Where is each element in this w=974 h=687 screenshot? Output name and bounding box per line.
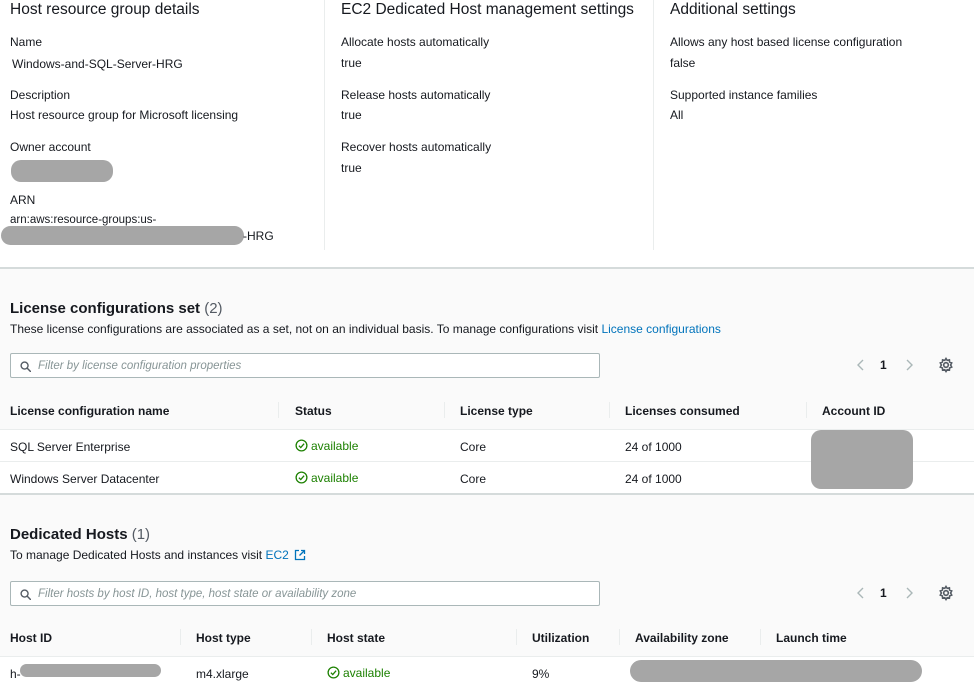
column-header-utilization[interactable]: Utilization bbox=[532, 631, 589, 645]
license-section-title: License configurations set (2) bbox=[10, 300, 223, 318]
license-config-label: Allows any host based license configurat… bbox=[670, 35, 903, 49]
chevron-left-icon[interactable] bbox=[854, 358, 868, 372]
license-section-title-text: License configurations set bbox=[10, 300, 201, 317]
column-header-host-id[interactable]: Host ID bbox=[10, 631, 52, 645]
license-configurations-section: License configurations set (2) These lic… bbox=[0, 269, 974, 493]
name-value: Windows-and-SQL-Server-HRG bbox=[12, 57, 183, 71]
status-text: available bbox=[311, 471, 359, 485]
column-separator bbox=[760, 629, 761, 645]
license-pagination: 1 bbox=[854, 353, 974, 378]
arn-label: ARN bbox=[10, 193, 36, 207]
utilization-cell: 9% bbox=[532, 667, 550, 681]
instance-families-value: All bbox=[670, 108, 684, 122]
column-header-availability-zone[interactable]: Availability zone bbox=[635, 631, 729, 645]
allocate-hosts-value: true bbox=[341, 56, 362, 70]
status-text: available bbox=[311, 439, 359, 453]
ec2-link[interactable]: EC2 bbox=[265, 548, 306, 562]
status-badge: available bbox=[295, 439, 358, 453]
check-circle-icon bbox=[327, 666, 340, 679]
release-hosts-label: Release hosts automatically bbox=[341, 88, 491, 102]
licenses-consumed-cell: 24 of 1000 bbox=[625, 440, 682, 454]
column-header-license-type[interactable]: License type bbox=[460, 404, 533, 418]
license-name-link[interactable]: Windows Server Datacenter bbox=[10, 472, 159, 486]
search-icon bbox=[20, 589, 31, 600]
host-resource-group-details-panel: Host resource group details Name Windows… bbox=[0, 0, 974, 268]
additional-settings-title: Additional settings bbox=[670, 1, 796, 18]
column-separator bbox=[619, 629, 620, 645]
column-separator bbox=[311, 629, 312, 645]
hosts-section-description: To manage Dedicated Hosts and instances … bbox=[10, 548, 306, 562]
details-title: Host resource group details bbox=[10, 1, 200, 18]
availability-zone-launch-time-redacted bbox=[630, 660, 922, 682]
recover-hosts-label: Recover hosts automatically bbox=[341, 140, 492, 154]
column-header-license-name[interactable]: License configuration name bbox=[10, 404, 169, 418]
hosts-section-description-text: To manage Dedicated Hosts and instances … bbox=[10, 548, 263, 562]
ec2-link-text[interactable]: EC2 bbox=[265, 548, 288, 562]
arn-value-line1: arn:aws:resource-groups:us- bbox=[10, 214, 157, 226]
license-type-cell: Core bbox=[460, 472, 487, 486]
hosts-page-number[interactable]: 1 bbox=[880, 586, 887, 600]
hosts-filter-input[interactable] bbox=[38, 585, 593, 602]
host-state-badge: available bbox=[327, 666, 390, 680]
owner-account-redacted bbox=[11, 160, 113, 182]
column-divider bbox=[653, 0, 654, 250]
host-id-redacted bbox=[20, 664, 161, 677]
description-value: Host resource group for Microsoft licens… bbox=[10, 108, 239, 122]
column-header-status[interactable]: Status bbox=[295, 404, 332, 418]
allocate-hosts-label: Allocate hosts automatically bbox=[341, 35, 490, 49]
license-section-description: These license configurations are associa… bbox=[10, 322, 721, 336]
settings-gear-icon[interactable] bbox=[938, 585, 954, 601]
account-id-redacted bbox=[811, 430, 913, 489]
description-label: Description bbox=[10, 88, 71, 102]
host-type-cell: m4.xlarge bbox=[196, 667, 249, 681]
column-separator bbox=[806, 402, 807, 418]
dedicated-hosts-section: Dedicated Hosts (1) To manage Dedicated … bbox=[0, 495, 974, 687]
host-state-text: available bbox=[343, 666, 391, 680]
license-section-count: (2) bbox=[204, 300, 223, 317]
arn-value-suffix: -HRG bbox=[243, 229, 274, 243]
license-name-link[interactable]: SQL Server Enterprise bbox=[10, 440, 130, 454]
column-header-host-state[interactable]: Host state bbox=[327, 631, 385, 645]
name-label: Name bbox=[10, 35, 43, 49]
hosts-section-count: (1) bbox=[131, 526, 151, 543]
licenses-consumed-cell: 24 of 1000 bbox=[625, 472, 682, 486]
license-configurations-link[interactable]: License configurations bbox=[601, 322, 720, 336]
ec2-settings-title: EC2 Dedicated Host management settings bbox=[341, 1, 634, 18]
search-icon bbox=[20, 361, 31, 372]
hosts-section-title: Dedicated Hosts (1) bbox=[10, 526, 150, 544]
license-filter-input[interactable] bbox=[38, 357, 593, 374]
license-type-cell: Core bbox=[460, 440, 487, 454]
license-filter-box[interactable] bbox=[10, 353, 600, 378]
column-separator bbox=[278, 402, 279, 418]
chevron-left-icon[interactable] bbox=[854, 586, 868, 600]
column-separator bbox=[444, 402, 445, 418]
column-header-licenses-consumed[interactable]: Licenses consumed bbox=[625, 404, 740, 418]
arn-redacted bbox=[1, 226, 244, 245]
check-circle-icon bbox=[295, 471, 308, 484]
recover-hosts-value: true bbox=[341, 161, 362, 175]
status-badge: available bbox=[295, 471, 358, 485]
owner-account-label: Owner account bbox=[10, 140, 91, 154]
license-config-value: false bbox=[670, 56, 696, 70]
license-page-number[interactable]: 1 bbox=[880, 358, 887, 372]
settings-gear-icon[interactable] bbox=[938, 357, 954, 373]
table-row: h- m4.xlarge available 9% bbox=[0, 656, 974, 687]
column-header-host-type[interactable]: Host type bbox=[196, 631, 251, 645]
column-header-launch-time[interactable]: Launch time bbox=[776, 631, 847, 645]
hosts-filter-box[interactable] bbox=[10, 581, 600, 606]
hosts-pagination: 1 bbox=[854, 581, 974, 606]
check-circle-icon bbox=[295, 439, 308, 452]
license-section-description-text: These license configurations are associa… bbox=[10, 322, 599, 336]
release-hosts-value: true bbox=[341, 108, 362, 122]
column-divider bbox=[324, 0, 325, 250]
instance-families-label: Supported instance families bbox=[670, 88, 818, 102]
chevron-right-icon[interactable] bbox=[902, 358, 916, 372]
hosts-section-title-text: Dedicated Hosts bbox=[10, 526, 128, 543]
column-separator bbox=[609, 402, 610, 418]
column-separator bbox=[180, 629, 181, 645]
column-separator bbox=[516, 629, 517, 645]
column-header-account-id[interactable]: Account ID bbox=[822, 404, 885, 418]
chevron-right-icon[interactable] bbox=[902, 586, 916, 600]
external-link-icon[interactable] bbox=[294, 549, 306, 561]
